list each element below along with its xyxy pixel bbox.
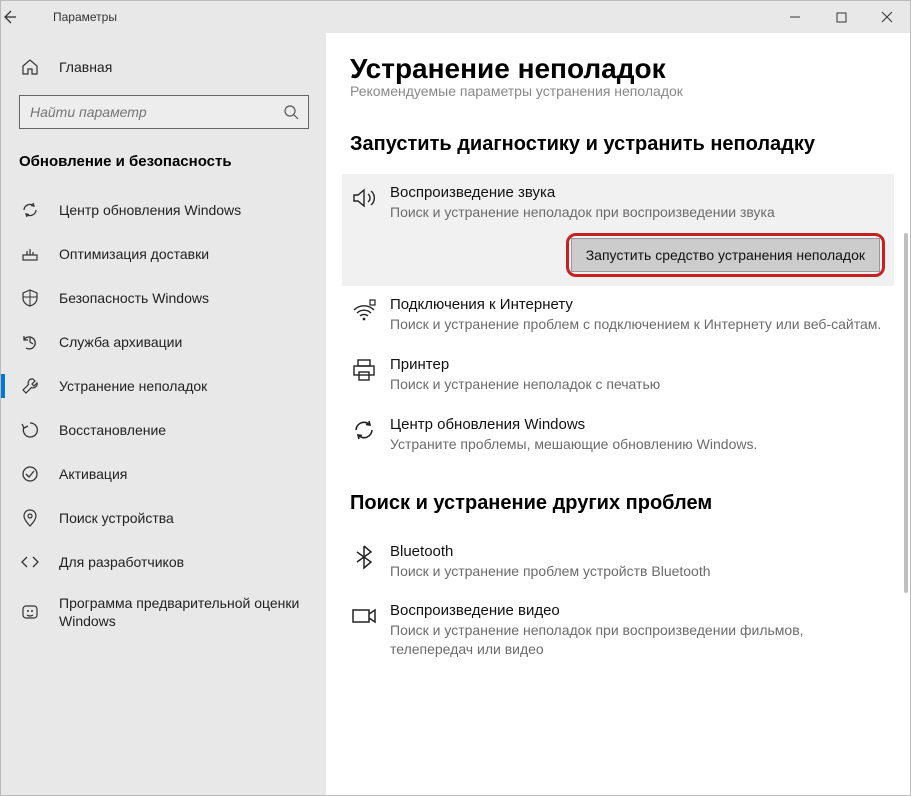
truncated-text: Рекомендуемые параметры устранения непол… xyxy=(350,83,894,99)
troubleshoot-item-windows-update[interactable]: Центр обновления Windows Устраните пробл… xyxy=(342,406,894,466)
sidebar-home[interactable]: Главная xyxy=(19,49,322,85)
wifi-icon xyxy=(350,296,384,334)
location-icon xyxy=(19,507,41,529)
speaker-icon xyxy=(350,184,384,222)
troubleshoot-title: Принтер xyxy=(390,356,886,373)
section-heading: Запустить диагностику и устранить непола… xyxy=(350,133,894,156)
sidebar-item-backup[interactable]: Служба архивации xyxy=(19,320,322,364)
search-input[interactable] xyxy=(20,104,274,120)
backup-icon xyxy=(19,331,41,353)
section-heading: Поиск и устранение других проблем xyxy=(350,492,894,515)
troubleshoot-title: Подключения к Интернету xyxy=(390,296,886,313)
sidebar-item-label: Оптимизация доставки xyxy=(59,246,209,262)
content: Устранение неполадок Рекомендуемые парам… xyxy=(326,33,910,795)
sidebar-item-developers[interactable]: Для разработчиков xyxy=(19,540,322,584)
shield-icon xyxy=(19,287,41,309)
search-icon xyxy=(274,104,308,120)
troubleshoot-desc: Поиск и устранение неполадок при воспрои… xyxy=(390,203,886,222)
troubleshoot-item-audio[interactable]: Воспроизведение звука Поиск и устранение… xyxy=(342,174,894,234)
bluetooth-icon xyxy=(350,543,384,581)
back-button[interactable] xyxy=(1,9,49,25)
page-heading: Устранение неполадок xyxy=(350,53,894,85)
sidebar-item-label: Для разработчиков xyxy=(59,554,184,570)
maximize-button[interactable] xyxy=(818,1,864,33)
video-icon xyxy=(350,602,384,659)
sidebar: Главная Обновление и безопасность Центр … xyxy=(1,33,326,795)
sidebar-item-label: Программа предварительной оценки Windows xyxy=(59,594,322,630)
troubleshoot-item-video[interactable]: Воспроизведение видео Поиск и устранение… xyxy=(342,592,894,671)
sidebar-item-delivery-optimization[interactable]: Оптимизация доставки xyxy=(19,232,322,276)
troubleshoot-desc: Поиск и устранение проблем устройств Blu… xyxy=(390,562,886,581)
troubleshoot-desc: Поиск и устранение неполадок с печатью xyxy=(390,375,886,394)
window-title: Параметры xyxy=(49,10,772,24)
sidebar-item-recovery[interactable]: Восстановление xyxy=(19,408,322,452)
settings-window: Параметры Главная Об xyxy=(0,0,911,796)
troubleshoot-desc: Устраните проблемы, мешающие обновлению … xyxy=(390,435,886,454)
troubleshoot-title: Центр обновления Windows xyxy=(390,416,886,433)
sidebar-item-label: Активация xyxy=(59,466,127,482)
sidebar-item-insider[interactable]: Программа предварительной оценки Windows xyxy=(19,584,322,640)
troubleshoot-title: Bluetooth xyxy=(390,543,886,560)
sidebar-item-label: Восстановление xyxy=(59,422,166,438)
sidebar-item-label: Поиск устройства xyxy=(59,510,174,526)
troubleshoot-title: Воспроизведение видео xyxy=(390,602,886,619)
run-troubleshooter-button[interactable]: Запустить средство устранения неполадок xyxy=(571,238,880,272)
sidebar-item-label: Центр обновления Windows xyxy=(59,202,241,218)
printer-icon xyxy=(350,356,384,394)
troubleshoot-item-internet[interactable]: Подключения к Интернету Поиск и устранен… xyxy=(342,286,894,346)
code-icon xyxy=(19,551,41,573)
recovery-icon xyxy=(19,419,41,441)
sidebar-item-label: Служба архивации xyxy=(59,334,182,350)
close-button[interactable] xyxy=(864,1,910,33)
troubleshoot-item-printer[interactable]: Принтер Поиск и устранение неполадок с п… xyxy=(342,346,894,406)
sidebar-item-find-device[interactable]: Поиск устройства xyxy=(19,496,322,540)
refresh-icon xyxy=(350,416,384,454)
troubleshoot-title: Воспроизведение звука xyxy=(390,184,886,201)
wrench-icon xyxy=(19,375,41,397)
sidebar-home-label: Главная xyxy=(59,59,112,75)
troubleshoot-item-bluetooth[interactable]: Bluetooth Поиск и устранение проблем уст… xyxy=(342,533,894,593)
sidebar-category: Обновление и безопасность xyxy=(19,153,322,170)
sidebar-item-label: Безопасность Windows xyxy=(59,290,209,306)
insider-icon xyxy=(19,601,41,623)
sidebar-item-troubleshoot[interactable]: Устранение неполадок xyxy=(19,364,322,408)
troubleshoot-desc: Поиск и устранение неполадок при воспрои… xyxy=(390,621,886,659)
sidebar-item-windows-security[interactable]: Безопасность Windows xyxy=(19,276,322,320)
body: Главная Обновление и безопасность Центр … xyxy=(1,33,910,795)
scrollbar[interactable] xyxy=(904,233,908,593)
troubleshoot-desc: Поиск и устранение проблем с подключение… xyxy=(390,315,886,334)
run-row: Запустить средство устранения неполадок xyxy=(342,234,894,286)
delivery-icon xyxy=(19,243,41,265)
titlebar: Параметры xyxy=(1,1,910,33)
check-circle-icon xyxy=(19,463,41,485)
sidebar-item-windows-update[interactable]: Центр обновления Windows xyxy=(19,188,322,232)
sidebar-item-activation[interactable]: Активация xyxy=(19,452,322,496)
search-box[interactable] xyxy=(19,95,309,129)
sidebar-item-label: Устранение неполадок xyxy=(59,378,207,394)
minimize-button[interactable] xyxy=(772,1,818,33)
home-icon xyxy=(19,56,41,78)
refresh-icon xyxy=(19,199,41,221)
